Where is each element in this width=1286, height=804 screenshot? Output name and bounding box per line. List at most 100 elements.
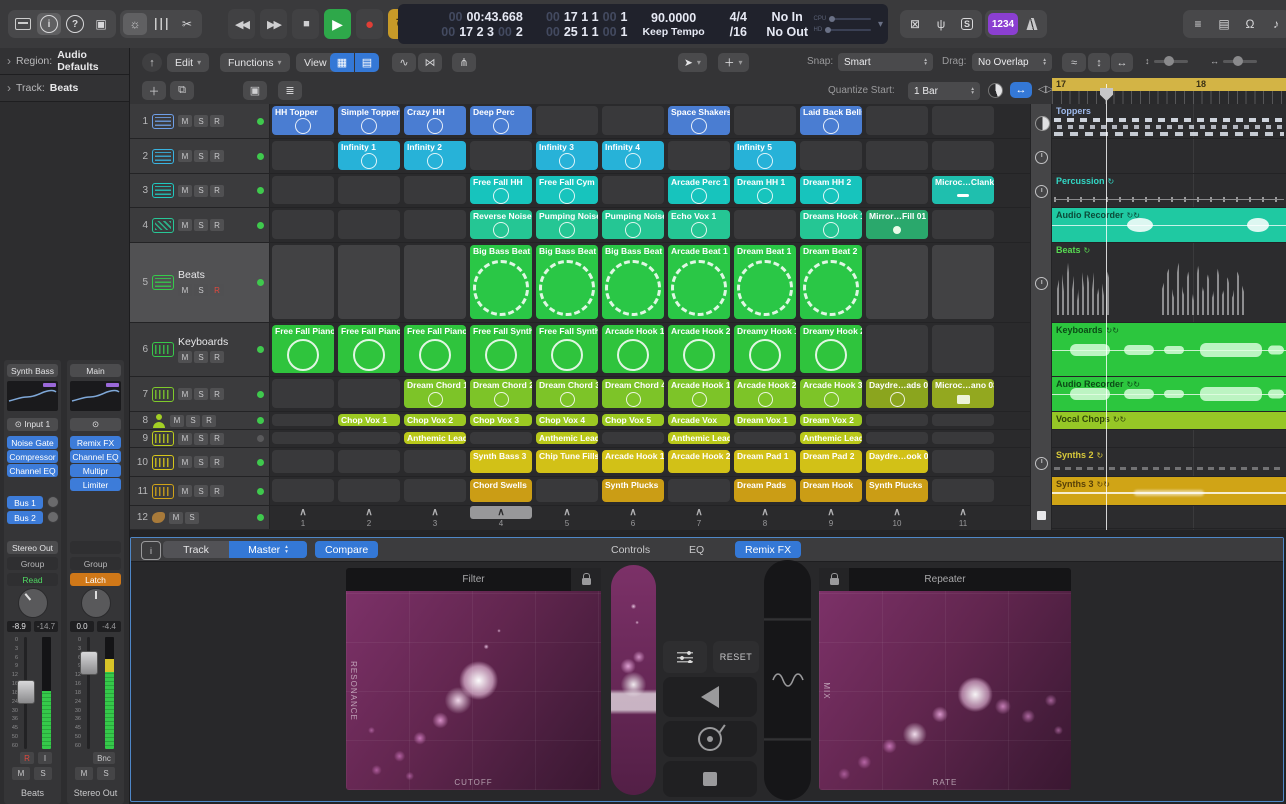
region-beats[interactable]: Beats↻ [1052,243,1286,323]
cell-inspector-button[interactable]: ▣ [243,81,267,100]
lcd-zone-2[interactable]: 90.0000Keep Tempo [631,4,715,44]
plugin-slot-noise-gate[interactable]: Noise Gate [7,436,58,449]
loop-cell[interactable]: Big Bass Beat 2 [536,245,598,319]
vertical-zoom-slider[interactable]: ↕ [1145,56,1188,66]
empty-cell[interactable] [668,141,730,170]
mute-button[interactable]: M [178,284,192,296]
loop-cell[interactable]: Dream HH 1 [734,176,796,204]
empty-cell[interactable] [338,379,400,408]
track-header-7[interactable]: 7MSR [130,377,270,411]
empty-cell[interactable] [932,432,994,444]
empty-cell[interactable] [932,106,994,135]
scene-trigger-4[interactable]: ∧ [470,506,532,519]
loop-cell[interactable]: Microc…Clank [932,176,994,204]
quantize-strength-icon[interactable] [988,83,1003,98]
empty-cell[interactable] [668,479,730,502]
mute-button[interactable]: M [170,415,184,427]
media-icon[interactable]: ♪ [1264,13,1286,35]
input-slot[interactable]: ⊙ [70,418,121,431]
track-inspector-header[interactable]: › Track: Beats [0,75,129,102]
empty-cell[interactable] [338,176,400,204]
volume-value[interactable]: 0.0 [70,621,94,632]
empty-cell[interactable] [338,210,400,239]
pointer-tool-selector[interactable]: ➤▾ [678,53,707,72]
back-icon[interactable]: ↑ [142,53,162,72]
mute-button[interactable]: M [178,219,192,231]
loop-cell[interactable]: Arcade Perc 1 [668,176,730,204]
region-percussion[interactable]: Percussion↻ [1052,174,1286,208]
empty-cell[interactable] [338,479,400,502]
list-icon[interactable]: ≡ [1186,13,1210,35]
gater-slider[interactable] [611,565,656,795]
pan-knob[interactable] [81,588,111,618]
stop-all-icon[interactable] [1037,511,1046,520]
plugin-slot-remix-fx[interactable]: Remix FX [70,436,121,449]
loop-cell[interactable]: Microc…ano 03 [932,379,994,408]
help-icon[interactable]: ? [63,13,87,35]
scene-trigger-5[interactable]: ∧ [536,506,598,519]
loop-cell[interactable]: Infinity 2 [404,141,466,170]
peak-value[interactable]: -14.7 [34,621,58,632]
region-synths-2[interactable]: Synths 2↻ [1052,448,1286,477]
cell-quantize-clock-icon[interactable] [1035,277,1048,290]
loop-cell[interactable]: Arcade Hook 2 [668,450,730,473]
loop-cell[interactable]: Daydre…ads 01 [866,379,928,408]
bounce-button[interactable]: Bnc [93,752,115,764]
loop-cell[interactable]: Synth Plucks [602,479,664,502]
loop-cell[interactable]: Dreamy Hook 1 [734,325,796,373]
loop-cell[interactable]: Crazy HH [404,106,466,135]
empty-cell[interactable] [866,141,928,170]
loop-cell[interactable]: Dream Beat 1 [734,245,796,319]
scene-trigger-10[interactable]: ∧ [866,506,928,519]
command-tool-selector[interactable]: ＋▾ [718,53,749,72]
loop-cell[interactable]: Dream Pads [734,479,796,502]
region-keyboards[interactable]: Keyboards↻↻ [1052,323,1286,377]
scope-tab-track[interactable]: Track [163,541,229,558]
solo-button[interactable]: S [194,433,208,445]
empty-cell[interactable] [734,106,796,135]
fader-cap[interactable] [80,651,98,675]
empty-cell[interactable] [272,450,334,473]
record-enable-button[interactable]: R [202,415,216,427]
input-monitor-dot[interactable] [257,222,264,229]
input-monitor-dot[interactable] [257,346,264,353]
stop-icon[interactable]: ■ [292,9,319,39]
record-enable-button[interactable]: R [210,150,224,162]
loop-cell[interactable]: Chop Vox 3 [470,414,532,426]
input-monitor-dot[interactable] [257,187,264,194]
solo-button[interactable]: S [194,115,208,127]
solo-button[interactable]: S [194,185,208,197]
mute-button[interactable]: M [178,456,192,468]
region-toppers[interactable]: Toppers [1052,104,1286,139]
loop-cell[interactable]: Dream Chord 2 [470,379,532,408]
loop-cell[interactable]: Free Fall Piano [338,325,400,373]
loop-cell[interactable]: Dreams Hook 1 [800,210,862,239]
loop-cell[interactable]: Chip Tune Fills [536,450,598,473]
empty-cell[interactable] [272,141,334,170]
reverse-button[interactable] [663,677,757,717]
input-monitor-dot[interactable] [257,118,264,125]
loop-cell[interactable]: Arcade Hook 2 [734,379,796,408]
loop-cell[interactable]: Daydre…ook 01 [866,450,928,473]
loop-cell[interactable]: Chop Vox 5 [602,414,664,426]
empty-cell[interactable] [602,106,664,135]
loop-cell[interactable]: Anthemic Lead [668,432,730,444]
volume-value[interactable]: -8.9 [7,621,31,632]
record-enable-button[interactable]: R [210,284,224,296]
fx-settings-button[interactable] [663,641,707,673]
count-in-icon[interactable]: 1234 [988,13,1018,35]
scene-trigger-9[interactable]: ∧ [800,506,862,519]
solo-button[interactable]: S [194,485,208,497]
input-monitor-dot[interactable] [257,514,264,521]
solo-button[interactable]: S [34,767,52,780]
record-enable-button[interactable]: R [210,456,224,468]
track-header-5[interactable]: 5BeatsMSR [130,243,270,322]
track-header-6[interactable]: 6KeyboardsMSR [130,323,270,376]
solo-button[interactable]: S [194,284,208,296]
track-header-4[interactable]: 4MSR [130,208,270,242]
horizontal-zoom-slider[interactable]: ↔ [1210,56,1257,66]
input-monitor-dot[interactable] [257,391,264,398]
loop-cell[interactable]: Chord Swells [470,479,532,502]
empty-cell[interactable] [734,210,796,239]
record-enable-button[interactable]: R [20,752,34,764]
